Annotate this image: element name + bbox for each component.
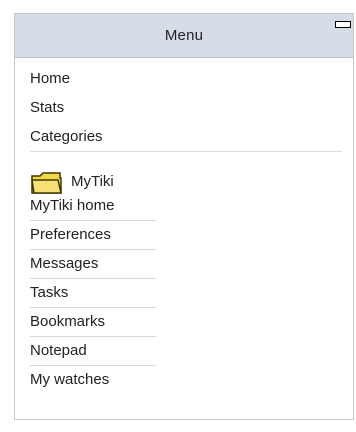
menu-item-label: My watches [30, 371, 110, 388]
menu-item-label: Preferences [30, 226, 111, 243]
menu-item-mytiki-home[interactable]: MyTiki home [30, 197, 342, 226]
menu-title: Menu [164, 27, 204, 44]
menu-item-bookmarks[interactable]: Bookmarks [30, 313, 342, 342]
menu-item-tasks[interactable]: Tasks [30, 284, 342, 313]
menu-module: Menu Home Stats Categories MyTiki MyTiki… [14, 13, 354, 420]
menu-item-my-watches[interactable]: My watches [30, 371, 342, 400]
menu-item-notepad[interactable]: Notepad [30, 342, 342, 371]
menu-item-home[interactable]: Home [30, 70, 342, 99]
menu-item-stats[interactable]: Stats [30, 99, 342, 128]
page: Menu Home Stats Categories MyTiki MyTiki… [0, 0, 356, 432]
menu-item-label: MyTiki home [30, 197, 115, 214]
mytiki-section-header[interactable]: MyTiki [30, 166, 342, 197]
mytiki-section-items: MyTiki home Preferences Messages Tasks B… [30, 197, 342, 400]
menu-item-label: Messages [30, 255, 99, 272]
menu-item-preferences[interactable]: Preferences [30, 226, 342, 255]
minimize-button[interactable] [335, 21, 351, 28]
mytiki-section-title: MyTiki [71, 173, 114, 190]
menu-divider [30, 151, 342, 152]
menu-list: Home Stats Categories MyTiki MyTiki home… [30, 70, 342, 400]
menu-item-categories[interactable]: Categories [30, 128, 342, 157]
menu-item-messages[interactable]: Messages [30, 255, 342, 284]
folder-icon [31, 171, 62, 194]
menu-item-label: Tasks [30, 284, 69, 301]
menu-header: Menu [15, 14, 353, 58]
menu-item-label: Bookmarks [30, 313, 106, 330]
menu-item-label: Notepad [30, 342, 87, 359]
